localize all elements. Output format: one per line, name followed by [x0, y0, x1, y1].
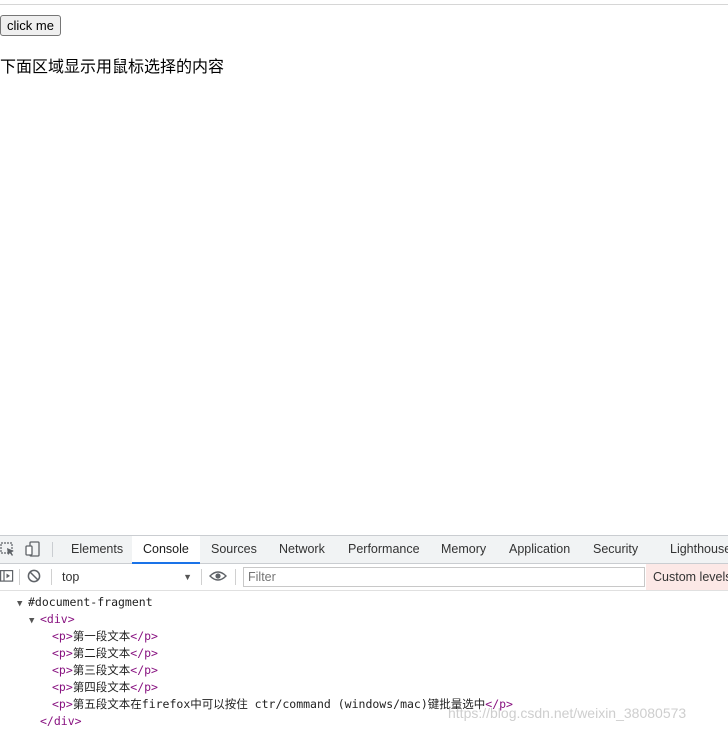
p-text: 第一段文本	[72, 629, 131, 643]
toolbar-separator	[51, 569, 52, 585]
inspect-element-icon[interactable]	[0, 541, 16, 557]
devtools-tabbar: Elements Console Sources Network Perform…	[0, 536, 728, 564]
triangle-down-icon[interactable]: ▼	[29, 613, 40, 630]
tree-node-p[interactable]: <p>第一段文本</p>	[52, 628, 158, 645]
p-close-tag: </p>	[130, 663, 158, 677]
web-page: click me 下面区域显示用鼠标选择的内容	[0, 0, 728, 536]
devtools-panel: Elements Console Sources Network Perform…	[0, 535, 728, 733]
eye-icon[interactable]	[209, 569, 227, 585]
tree-node-div[interactable]: ▼ <div>	[29, 611, 75, 628]
context-value: top	[62, 570, 80, 584]
tab-console[interactable]: Console	[132, 536, 200, 564]
p-open-tag: <p>	[52, 629, 73, 643]
toolbar-separator	[19, 569, 20, 585]
tab-elements[interactable]: Elements	[63, 536, 131, 563]
p-open-tag: <p>	[52, 663, 73, 677]
div-close-tag: </div>	[40, 714, 82, 728]
tree-node-fragment[interactable]: ▼ #document-fragment	[17, 594, 153, 611]
device-toolbar-icon[interactable]	[25, 541, 41, 557]
tree-node-p[interactable]: <p>第二段文本</p>	[52, 645, 158, 662]
tree-node-div-close[interactable]: </div>	[40, 713, 82, 730]
tab-performance[interactable]: Performance	[340, 536, 428, 563]
p-text: 第二段文本	[72, 646, 131, 660]
show-sidebar-icon[interactable]	[0, 569, 16, 585]
p-text: 第三段文本	[72, 663, 131, 677]
p-close-tag: </p>	[130, 680, 158, 694]
p-open-tag: <p>	[52, 680, 73, 694]
triangle-down-icon[interactable]: ▼	[17, 596, 28, 613]
click-me-button[interactable]: click me	[0, 15, 61, 36]
tab-application[interactable]: Application	[501, 536, 578, 563]
tab-memory[interactable]: Memory	[433, 536, 494, 563]
p-text: 第四段文本	[72, 680, 131, 694]
context-selector[interactable]: top ▼	[58, 567, 196, 587]
p-close-tag: </p>	[130, 629, 158, 643]
tab-security[interactable]: Security	[585, 536, 646, 563]
p-open-tag: <p>	[52, 697, 73, 711]
p-text: 第五段文本在firefox中可以按住 ctr/command (windows/…	[72, 697, 486, 711]
chevron-down-icon: ▼	[183, 572, 192, 582]
console-toolbar: top ▼ Custom levels	[0, 564, 728, 591]
div-open-tag: <div>	[40, 612, 75, 626]
tree-node-p[interactable]: <p>第四段文本</p>	[52, 679, 158, 696]
toolbar-separator	[201, 569, 202, 585]
clear-console-icon[interactable]	[27, 569, 43, 585]
p-open-tag: <p>	[52, 646, 73, 660]
fragment-label: #document-fragment	[28, 595, 153, 609]
tab-network[interactable]: Network	[271, 536, 333, 563]
tree-node-p[interactable]: <p>第三段文本</p>	[52, 662, 158, 679]
watermark-text: https://blog.csdn.net/weixin_38080573	[448, 705, 687, 721]
p-close-tag: </p>	[130, 646, 158, 660]
toolbar-separator	[235, 569, 236, 585]
custom-levels-dropdown[interactable]: Custom levels	[646, 564, 728, 590]
tab-sources[interactable]: Sources	[203, 536, 265, 563]
tab-lighthouse[interactable]: Lighthouse	[662, 536, 728, 563]
instruction-text: 下面区域显示用鼠标选择的内容	[0, 59, 225, 76]
tree-node-p[interactable]: <p>第五段文本在firefox中可以按住 ctr/command (windo…	[52, 696, 513, 713]
filter-input[interactable]	[243, 567, 645, 587]
tabbar-separator	[52, 542, 53, 557]
